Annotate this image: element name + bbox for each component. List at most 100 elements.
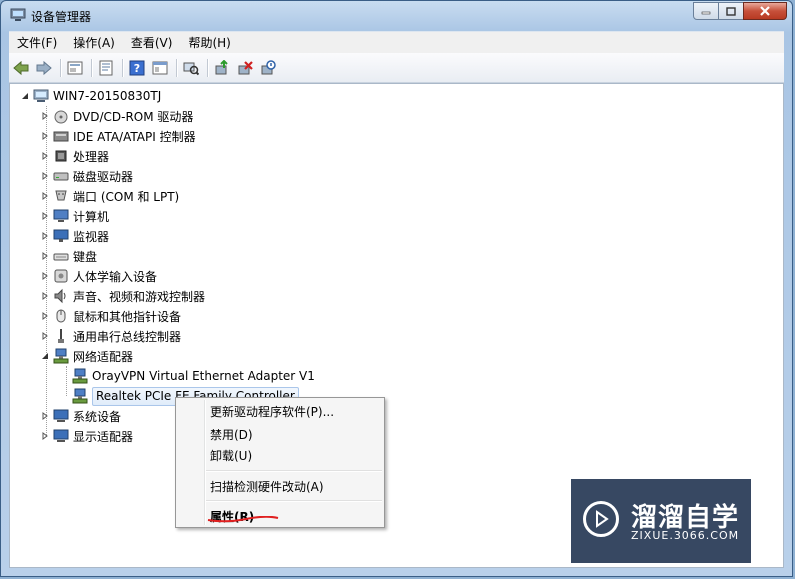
menu-update-driver[interactable]: 更新驱动程序软件(P)... bbox=[210, 403, 334, 420]
category-label: 处理器 bbox=[73, 149, 110, 164]
help-icon: ? bbox=[129, 60, 145, 75]
category-label: 声音、视频和游戏控制器 bbox=[73, 289, 206, 304]
forward-button[interactable] bbox=[34, 58, 54, 78]
expand-arrow-icon[interactable] bbox=[40, 152, 49, 161]
tree-category[interactable]: 通用串行总线控制器 bbox=[40, 326, 181, 346]
expand-arrow-icon[interactable] bbox=[40, 192, 49, 201]
up-button[interactable] bbox=[65, 58, 85, 78]
red-underline-annotation bbox=[207, 516, 279, 523]
expand-arrow-icon[interactable] bbox=[40, 112, 49, 121]
watermark-play-icon bbox=[583, 501, 619, 537]
tree-category[interactable]: 键盘 bbox=[40, 246, 97, 266]
menu-gutter bbox=[204, 400, 206, 525]
menu-scan-hardware[interactable]: 扫描检测硬件改动(A) bbox=[210, 478, 324, 495]
expand-arrow-icon[interactable] bbox=[40, 332, 49, 341]
device-label: OrayVPN Virtual Ethernet Adapter V1 bbox=[92, 369, 315, 383]
category-label: 通用串行总线控制器 bbox=[73, 329, 182, 344]
maximize-button[interactable] bbox=[718, 2, 744, 20]
expand-arrow-icon[interactable] bbox=[40, 132, 49, 141]
tree-category[interactable]: 端口 (COM 和 LPT) bbox=[40, 186, 179, 206]
menu-view[interactable]: 查看(V) bbox=[123, 33, 181, 53]
update-driver-icon bbox=[215, 59, 228, 74]
tree-category[interactable]: 处理器 bbox=[40, 146, 109, 166]
menu-file[interactable]: 文件(F) bbox=[9, 33, 65, 53]
toolbar-separator bbox=[176, 58, 178, 77]
expand-arrow-icon[interactable] bbox=[40, 412, 49, 421]
category-label: 鼠标和其他指针设备 bbox=[73, 309, 182, 324]
up-icon bbox=[67, 61, 83, 74]
sound-icon bbox=[54, 288, 66, 304]
collapse-arrow-icon[interactable] bbox=[40, 352, 49, 361]
minimize-button[interactable] bbox=[693, 2, 719, 20]
category-label: 网络适配器 bbox=[73, 349, 134, 364]
tree-root[interactable]: WIN7-20150830TJ bbox=[20, 86, 161, 106]
menu-help[interactable]: 帮助(H) bbox=[180, 33, 238, 53]
network-device-orayvpn[interactable]: OrayVPN Virtual Ethernet Adapter V1 bbox=[72, 366, 315, 386]
update-driver-button[interactable] bbox=[212, 58, 232, 78]
expand-arrow-icon[interactable] bbox=[40, 292, 49, 301]
tree-category[interactable]: 网络适配器 bbox=[40, 346, 133, 366]
tree-category[interactable]: 显示适配器 bbox=[40, 426, 133, 446]
processor-icon bbox=[55, 150, 67, 162]
menu-separator bbox=[206, 470, 382, 472]
computer-icon bbox=[53, 209, 69, 222]
view-button[interactable] bbox=[150, 58, 170, 78]
tree-category[interactable]: DVD/CD-ROM 驱动器 bbox=[40, 106, 193, 126]
svg-text:?: ? bbox=[134, 62, 140, 75]
expand-arrow-icon[interactable] bbox=[40, 172, 49, 181]
menu-action[interactable]: 操作(A) bbox=[65, 33, 123, 53]
category-label: 显示适配器 bbox=[73, 429, 134, 444]
tree-category[interactable]: 人体学输入设备 bbox=[40, 266, 157, 286]
expand-arrow-icon[interactable] bbox=[40, 272, 49, 281]
menu-bar: 文件(F) 操作(A) 查看(V) 帮助(H) bbox=[9, 31, 784, 53]
uninstall-button[interactable] bbox=[235, 58, 255, 78]
window-title: 设备管理器 bbox=[31, 10, 92, 24]
disable-button[interactable] bbox=[258, 58, 278, 78]
menu-separator bbox=[206, 500, 382, 502]
tree-category[interactable]: 声音、视频和游戏控制器 bbox=[40, 286, 205, 306]
view-icon bbox=[152, 61, 168, 74]
tree-category[interactable]: 计算机 bbox=[40, 206, 109, 226]
scan-icon bbox=[183, 62, 199, 75]
tree-category[interactable]: 监视器 bbox=[40, 226, 109, 246]
usb-icon bbox=[58, 329, 64, 343]
scan-button[interactable] bbox=[181, 58, 201, 78]
dvd-drive-icon bbox=[54, 110, 68, 124]
computer-root-icon bbox=[33, 89, 49, 102]
properties-button[interactable] bbox=[96, 58, 116, 78]
tree-category[interactable]: 系统设备 bbox=[40, 406, 121, 426]
expand-arrow-icon[interactable] bbox=[40, 432, 49, 441]
maximize-icon bbox=[726, 6, 736, 16]
category-label: 计算机 bbox=[73, 209, 110, 224]
keyboard-icon bbox=[53, 253, 69, 261]
toolbar: ? bbox=[9, 53, 784, 83]
category-label: 人体学输入设备 bbox=[73, 269, 158, 284]
category-label: 磁盘驱动器 bbox=[73, 169, 134, 184]
monitor-icon bbox=[53, 229, 69, 242]
close-button[interactable] bbox=[743, 2, 787, 20]
title-bar[interactable]: 设备管理器 bbox=[1, 1, 792, 31]
tree-category[interactable]: IDE ATA/ATAPI 控制器 bbox=[40, 126, 196, 146]
expand-arrow-icon[interactable] bbox=[40, 252, 49, 261]
uninstall-icon bbox=[238, 60, 253, 74]
minimize-icon bbox=[701, 11, 711, 15]
expand-arrow-icon[interactable] bbox=[40, 312, 49, 321]
category-label: 键盘 bbox=[73, 249, 98, 264]
expand-arrow-icon[interactable] bbox=[40, 212, 49, 221]
category-label: DVD/CD-ROM 驱动器 bbox=[73, 109, 194, 124]
expand-arrow-icon[interactable] bbox=[40, 232, 49, 241]
tree-connector bbox=[66, 366, 67, 396]
device-manager-icon bbox=[10, 8, 26, 21]
category-label: 监视器 bbox=[73, 229, 110, 244]
disk-drive-icon bbox=[53, 172, 69, 181]
menu-uninstall[interactable]: 卸载(U) bbox=[210, 447, 252, 464]
help-button[interactable]: ? bbox=[127, 58, 147, 78]
tree-category[interactable]: 鼠标和其他指针设备 bbox=[40, 306, 181, 326]
mouse-icon bbox=[56, 309, 66, 323]
collapse-arrow-icon[interactable] bbox=[20, 92, 29, 101]
toolbar-separator bbox=[91, 58, 93, 77]
watermark: 溜溜自学 ZIXUE.3066.COM bbox=[571, 479, 751, 563]
tree-category[interactable]: 磁盘驱动器 bbox=[40, 166, 133, 186]
back-button[interactable] bbox=[11, 58, 31, 78]
menu-disable[interactable]: 禁用(D) bbox=[210, 426, 253, 443]
